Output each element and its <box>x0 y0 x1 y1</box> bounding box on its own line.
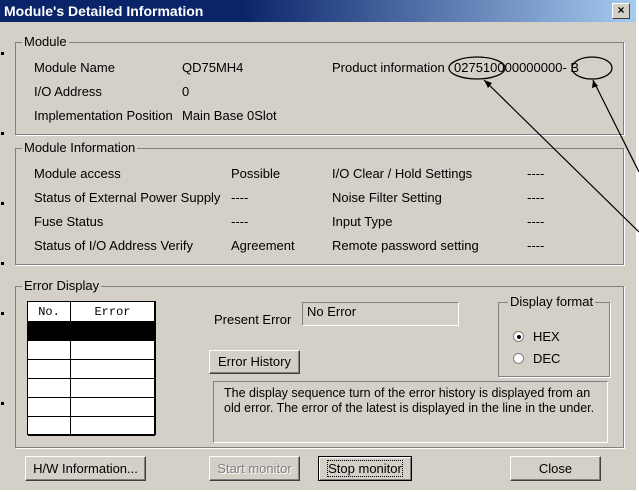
callout-annotations <box>448 56 639 233</box>
edge-mark <box>1 312 4 315</box>
callout-arrowhead-version <box>592 80 598 88</box>
edge-mark <box>1 132 4 135</box>
callout-arrow-version <box>592 79 639 173</box>
callout-ellipse-version <box>571 56 613 80</box>
callout-ellipse-serial <box>448 56 506 80</box>
edge-mark <box>1 262 4 265</box>
callout-arrow-serial <box>483 79 639 233</box>
edge-mark <box>1 202 4 205</box>
edge-mark <box>1 52 4 55</box>
edge-mark <box>1 402 4 405</box>
